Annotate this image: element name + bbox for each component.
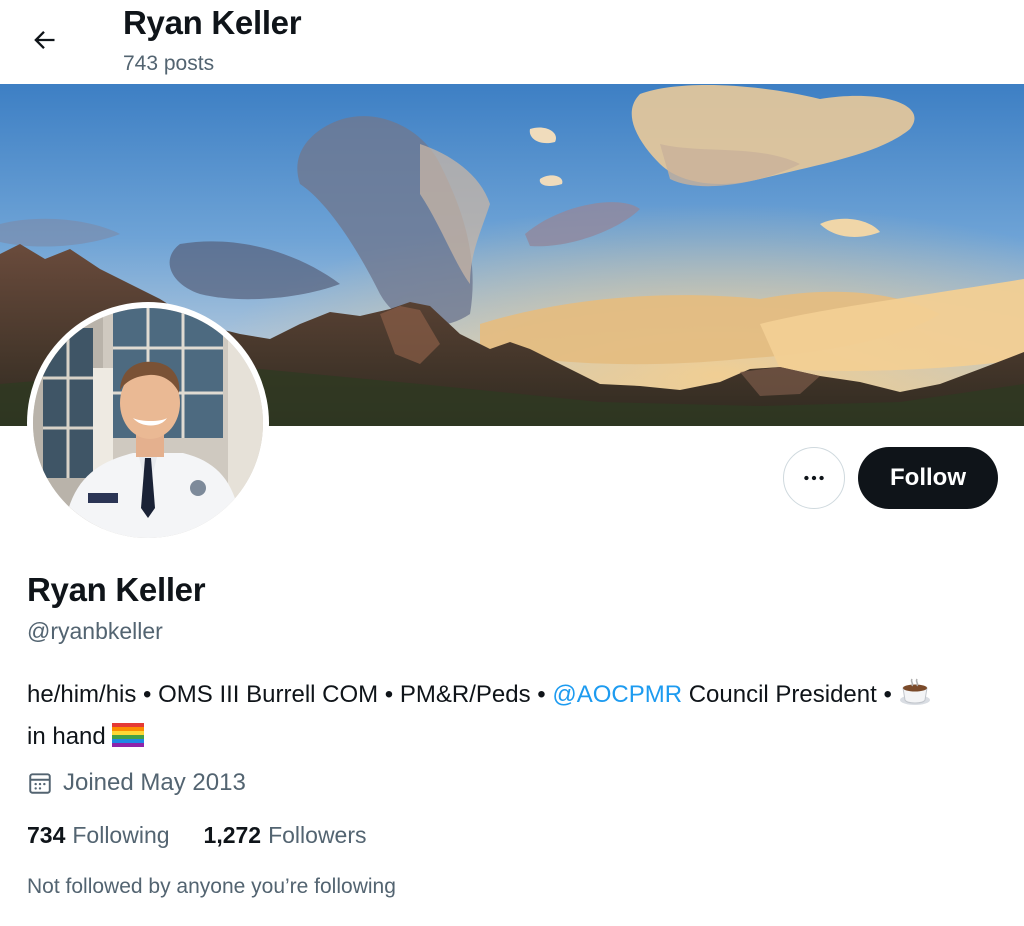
joined-text: Joined May 2013 (63, 769, 246, 796)
followers-link[interactable]: 1,272 Followers (204, 822, 367, 849)
followers-count: 1,272 (203, 822, 262, 848)
bio-text-2: Council President • (682, 681, 899, 708)
more-options-button[interactable] (783, 447, 845, 509)
bio-mention-link[interactable]: @AOCPMR (552, 681, 682, 708)
following-label: Following (72, 822, 170, 848)
avatar-photo (33, 308, 263, 538)
more-horizontal-icon (804, 475, 824, 481)
followers-label: Followers (268, 822, 367, 848)
arrow-left-icon (34, 31, 55, 49)
bio-text-3: in hand (27, 723, 113, 750)
profile-display-name: Ryan Keller (27, 571, 206, 608)
profile-handle: @ryanbkeller (27, 618, 163, 644)
follow-stats: 734 Following 1,272 Followers (27, 822, 401, 849)
bio-text-1: he/him/his • OMS III Burrell COM • PM&R/… (27, 681, 553, 708)
followed-by-note: Not followed by anyone you’re following (27, 875, 396, 898)
hot-beverage-emoji (899, 676, 931, 719)
top-bar: Ryan Keller 743 posts (0, 0, 1024, 84)
calendar-icon (27, 770, 53, 796)
follow-button[interactable]: Follow (858, 447, 998, 509)
rainbow-flag-emoji (112, 722, 145, 758)
profile-bio: he/him/his • OMS III Burrell COM • PM&R/… (27, 676, 1002, 758)
back-button[interactable] (22, 18, 66, 62)
following-link[interactable]: 734 Following (27, 822, 170, 849)
header-name: Ryan Keller (123, 4, 302, 41)
following-count: 734 (27, 822, 66, 848)
profile-avatar[interactable] (27, 302, 269, 544)
header-post-count: 743 posts (123, 52, 215, 75)
joined-date: Joined May 2013 (27, 766, 246, 800)
